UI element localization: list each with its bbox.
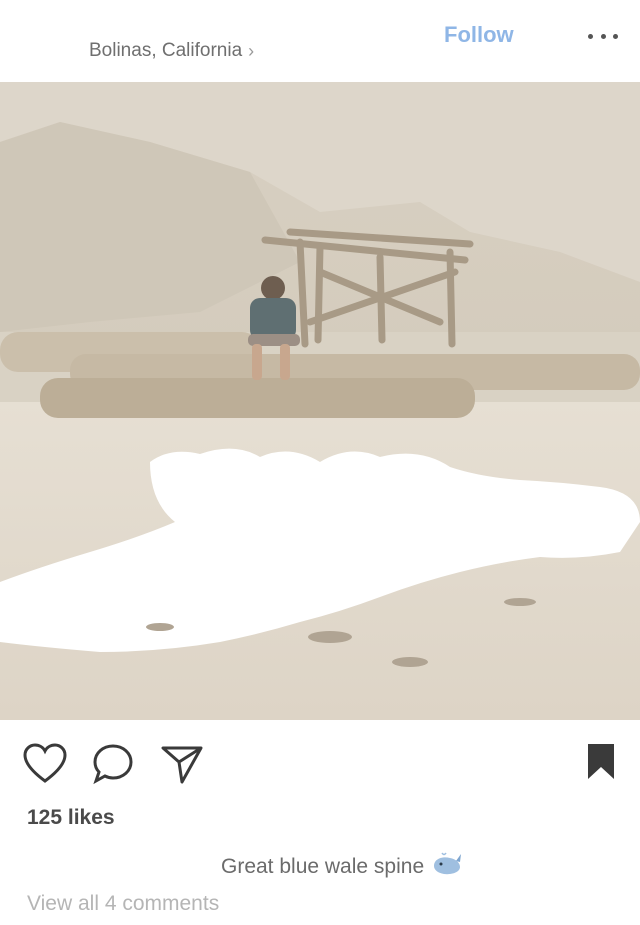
post-header: Bolinas, California › Follow xyxy=(0,0,640,82)
location-link[interactable]: Bolinas, California › xyxy=(89,40,254,62)
heart-icon[interactable] xyxy=(22,742,68,789)
location-label: Bolinas, California xyxy=(89,40,243,61)
caption: Great blue wale spine xyxy=(221,851,462,883)
comment-bubble-icon[interactable] xyxy=(91,742,135,791)
beach-photo xyxy=(0,82,640,720)
chevron-right-icon: › xyxy=(248,40,255,61)
bookmark-icon[interactable] xyxy=(585,742,617,787)
post-photo[interactable] xyxy=(0,82,640,720)
paper-plane-icon[interactable] xyxy=(160,742,204,791)
view-all-comments-link[interactable]: View all 4 comments xyxy=(27,892,219,916)
action-bar xyxy=(0,732,640,796)
more-options-icon[interactable] xyxy=(588,24,618,48)
follow-button[interactable]: Follow xyxy=(444,22,514,48)
caption-text: Great blue wale spine xyxy=(221,855,425,878)
whale-icon xyxy=(432,851,462,883)
likes-count[interactable]: 125 likes xyxy=(27,806,115,830)
